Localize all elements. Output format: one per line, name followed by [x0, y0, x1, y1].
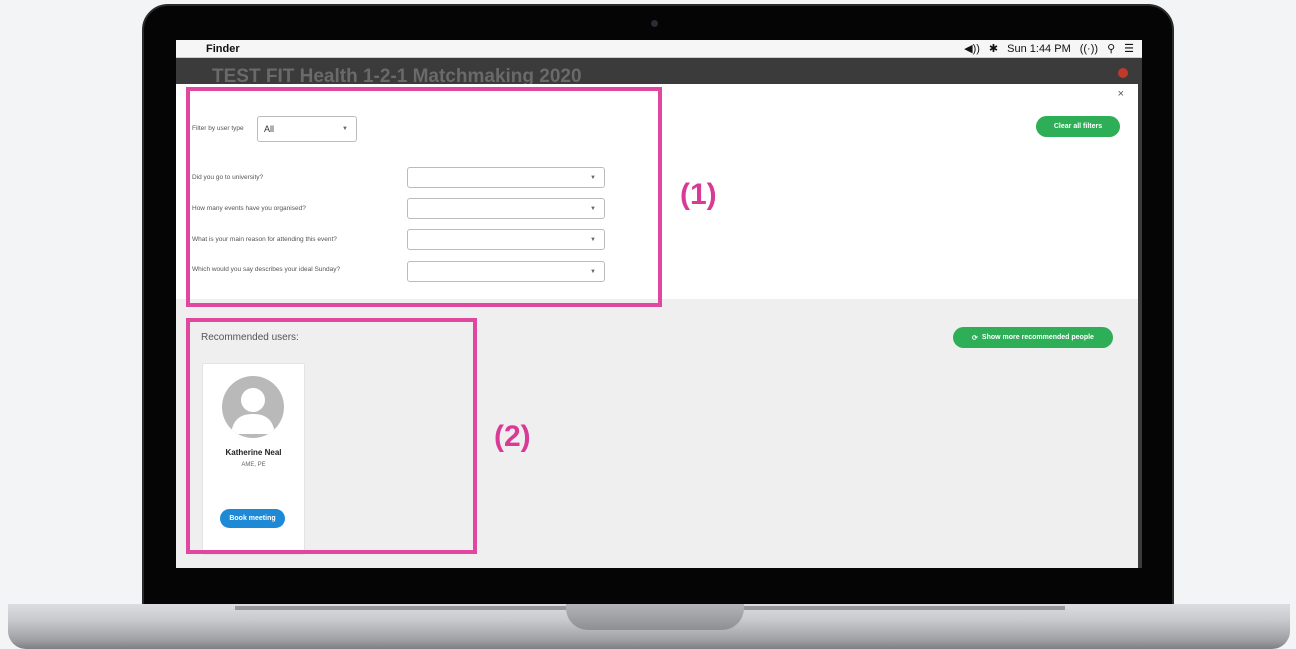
clear-filters-label: Clear all filters: [1053, 123, 1103, 130]
clear-filters-button[interactable]: Clear all filters: [1036, 116, 1120, 137]
annotation-label-2: (2): [494, 420, 531, 453]
laptop-notch: [566, 604, 744, 630]
notification-list-icon[interactable]: ☰: [1124, 42, 1134, 55]
bluetooth-icon[interactable]: ✱: [989, 42, 998, 55]
annotation-box-1: [186, 87, 662, 307]
refresh-icon: ⟳: [972, 334, 978, 342]
menubar-app-name[interactable]: Finder: [206, 43, 240, 55]
camera-icon: [651, 20, 658, 27]
spotlight-icon[interactable]: ⚲: [1107, 42, 1115, 55]
annotation-box-2: [186, 318, 477, 554]
volume-icon[interactable]: ◀)): [964, 42, 980, 55]
show-more-button[interactable]: ⟳ Show more recommended people: [953, 327, 1113, 348]
notification-dot: [1118, 68, 1128, 78]
mac-menubar: Finder ◀)) ✱ Sun 1:44 PM ((·)) ⚲ ☰: [176, 40, 1142, 58]
menubar-status-area: ◀)) ✱ Sun 1:44 PM ((·)) ⚲ ☰: [964, 40, 1134, 57]
close-icon[interactable]: ×: [1118, 88, 1124, 100]
show-more-label: Show more recommended people: [981, 334, 1094, 341]
wifi-icon[interactable]: ((·)): [1080, 43, 1098, 55]
menubar-clock[interactable]: Sun 1:44 PM: [1007, 43, 1071, 55]
annotation-label-1: (1): [680, 178, 717, 211]
